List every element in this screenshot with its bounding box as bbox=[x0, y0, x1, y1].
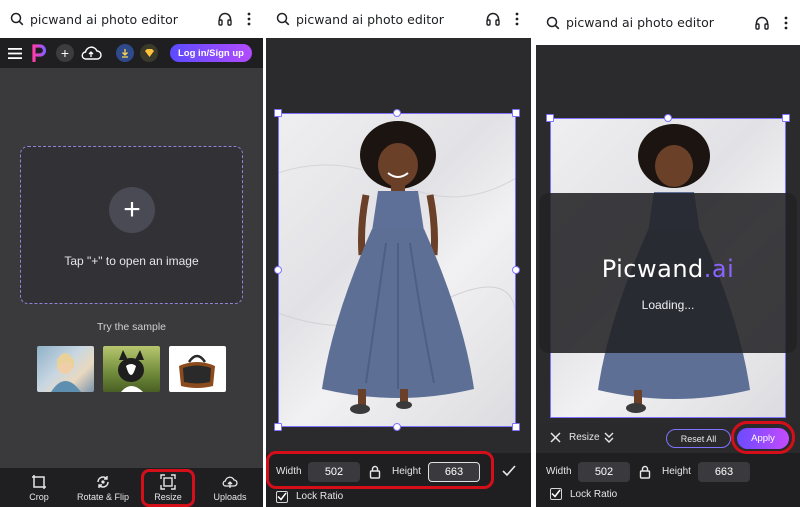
crop-icon bbox=[32, 474, 46, 489]
resize-handle-top-left[interactable] bbox=[274, 109, 282, 117]
resize-handle-top bbox=[664, 114, 672, 122]
search-bar[interactable]: picwand ai photo editor bbox=[0, 0, 263, 38]
download-app-icon[interactable] bbox=[116, 44, 134, 62]
search-query[interactable]: picwand ai photo editor bbox=[296, 12, 485, 27]
search-bar[interactable]: picwand ai photo editor bbox=[536, 0, 800, 45]
lock-ratio-label: Lock Ratio bbox=[570, 489, 618, 500]
lock-ratio-checkbox[interactable] bbox=[276, 491, 288, 503]
height-label: Height bbox=[662, 466, 691, 477]
crop-tool-button[interactable]: Crop bbox=[26, 468, 52, 507]
open-image-dropzone[interactable]: + Tap "+" to open an image bbox=[20, 146, 243, 304]
search-query[interactable]: picwand ai photo editor bbox=[566, 15, 754, 30]
cloud-upload-icon[interactable] bbox=[80, 45, 102, 61]
confirm-check-icon[interactable] bbox=[502, 465, 516, 477]
sample-thumbnail-dog[interactable] bbox=[103, 346, 160, 392]
brand-suffix: .ai bbox=[703, 255, 735, 283]
sample-thumbnail-bag[interactable] bbox=[169, 346, 226, 392]
open-image-plus-button[interactable]: + bbox=[109, 187, 155, 233]
chevron-down-icon[interactable] bbox=[604, 432, 614, 443]
headphones-icon[interactable] bbox=[217, 11, 233, 27]
headphones-icon[interactable] bbox=[754, 15, 770, 31]
loading-overlay: Picwand.ai Loading... bbox=[539, 193, 797, 353]
more-options-icon[interactable] bbox=[515, 12, 519, 26]
search-bar[interactable]: picwand ai photo editor bbox=[266, 0, 531, 38]
lock-ratio-label: Lock Ratio bbox=[296, 491, 344, 502]
apply-highlight-annotation bbox=[731, 421, 795, 454]
uploads-tool-button[interactable]: Uploads bbox=[210, 468, 250, 507]
login-signup-button[interactable]: Log in/Sign up bbox=[170, 44, 252, 62]
resize-handle-bottom-left[interactable] bbox=[274, 423, 282, 431]
resize-controls: Width 502 Height 663 Lock Ratio bbox=[536, 453, 800, 507]
menu-icon[interactable] bbox=[8, 47, 22, 59]
uploads-label: Uploads bbox=[213, 491, 247, 502]
height-input[interactable]: 663 bbox=[698, 462, 750, 482]
search-icon bbox=[10, 12, 24, 26]
resize-handle-top-left bbox=[546, 114, 554, 122]
rotate-flip-label: Rotate & Flip bbox=[76, 491, 130, 502]
resize-highlight-annotation bbox=[141, 469, 195, 507]
resize-handle-top[interactable] bbox=[393, 109, 401, 117]
plus-icon: + bbox=[123, 193, 141, 226]
editor-home-panel: picwand ai photo editor + Log in/Sign up… bbox=[0, 0, 263, 507]
width-label: Width bbox=[546, 466, 572, 477]
brand-name: Picwand bbox=[601, 255, 704, 283]
sample-thumbnail-woman[interactable] bbox=[37, 346, 94, 392]
bottom-toolbar: Crop Rotate & Flip Resize Uploads bbox=[0, 468, 263, 507]
rotate-flip-tool-button[interactable]: Rotate & Flip bbox=[72, 468, 134, 507]
app-header: + Log in/Sign up bbox=[0, 38, 263, 68]
try-sample-label: Try the sample bbox=[96, 321, 167, 333]
search-query[interactable]: picwand ai photo editor bbox=[30, 12, 217, 27]
upload-icon bbox=[222, 476, 238, 488]
width-input[interactable]: 502 bbox=[578, 462, 630, 482]
resize-handle-left[interactable] bbox=[274, 266, 282, 274]
more-options-icon[interactable] bbox=[247, 12, 251, 26]
width-height-highlight-annotation bbox=[266, 451, 494, 489]
close-icon[interactable] bbox=[550, 432, 561, 443]
loading-text: Loading... bbox=[641, 298, 695, 312]
resize-editor-panel: picwand ai photo editor Width 502 Height… bbox=[266, 0, 531, 507]
picwand-brand: Picwand.ai bbox=[539, 255, 797, 283]
add-icon[interactable]: + bbox=[56, 44, 74, 62]
dropzone-text: Tap "+" to open an image bbox=[64, 254, 199, 268]
search-icon bbox=[546, 16, 560, 29]
reset-all-button[interactable]: Reset All bbox=[666, 429, 731, 448]
rotate-flip-icon bbox=[97, 475, 109, 488]
picwand-logo-icon[interactable] bbox=[32, 44, 46, 62]
crop-label: Crop bbox=[29, 491, 49, 502]
resize-handle-top-right[interactable] bbox=[512, 109, 520, 117]
lock-ratio-icon[interactable] bbox=[639, 465, 651, 479]
premium-diamond-icon[interactable] bbox=[140, 44, 158, 62]
resize-title: Resize bbox=[569, 432, 600, 443]
search-icon bbox=[276, 12, 290, 26]
more-options-icon[interactable] bbox=[784, 16, 788, 30]
resize-handle-right[interactable] bbox=[512, 266, 520, 274]
resize-handle-bottom[interactable] bbox=[393, 423, 401, 431]
headphones-icon[interactable] bbox=[485, 11, 501, 27]
selection-frame[interactable] bbox=[278, 113, 516, 427]
resize-handle-top-right bbox=[782, 114, 790, 122]
resize-handle-bottom-right[interactable] bbox=[512, 423, 520, 431]
lock-ratio-checkbox[interactable] bbox=[550, 488, 562, 500]
